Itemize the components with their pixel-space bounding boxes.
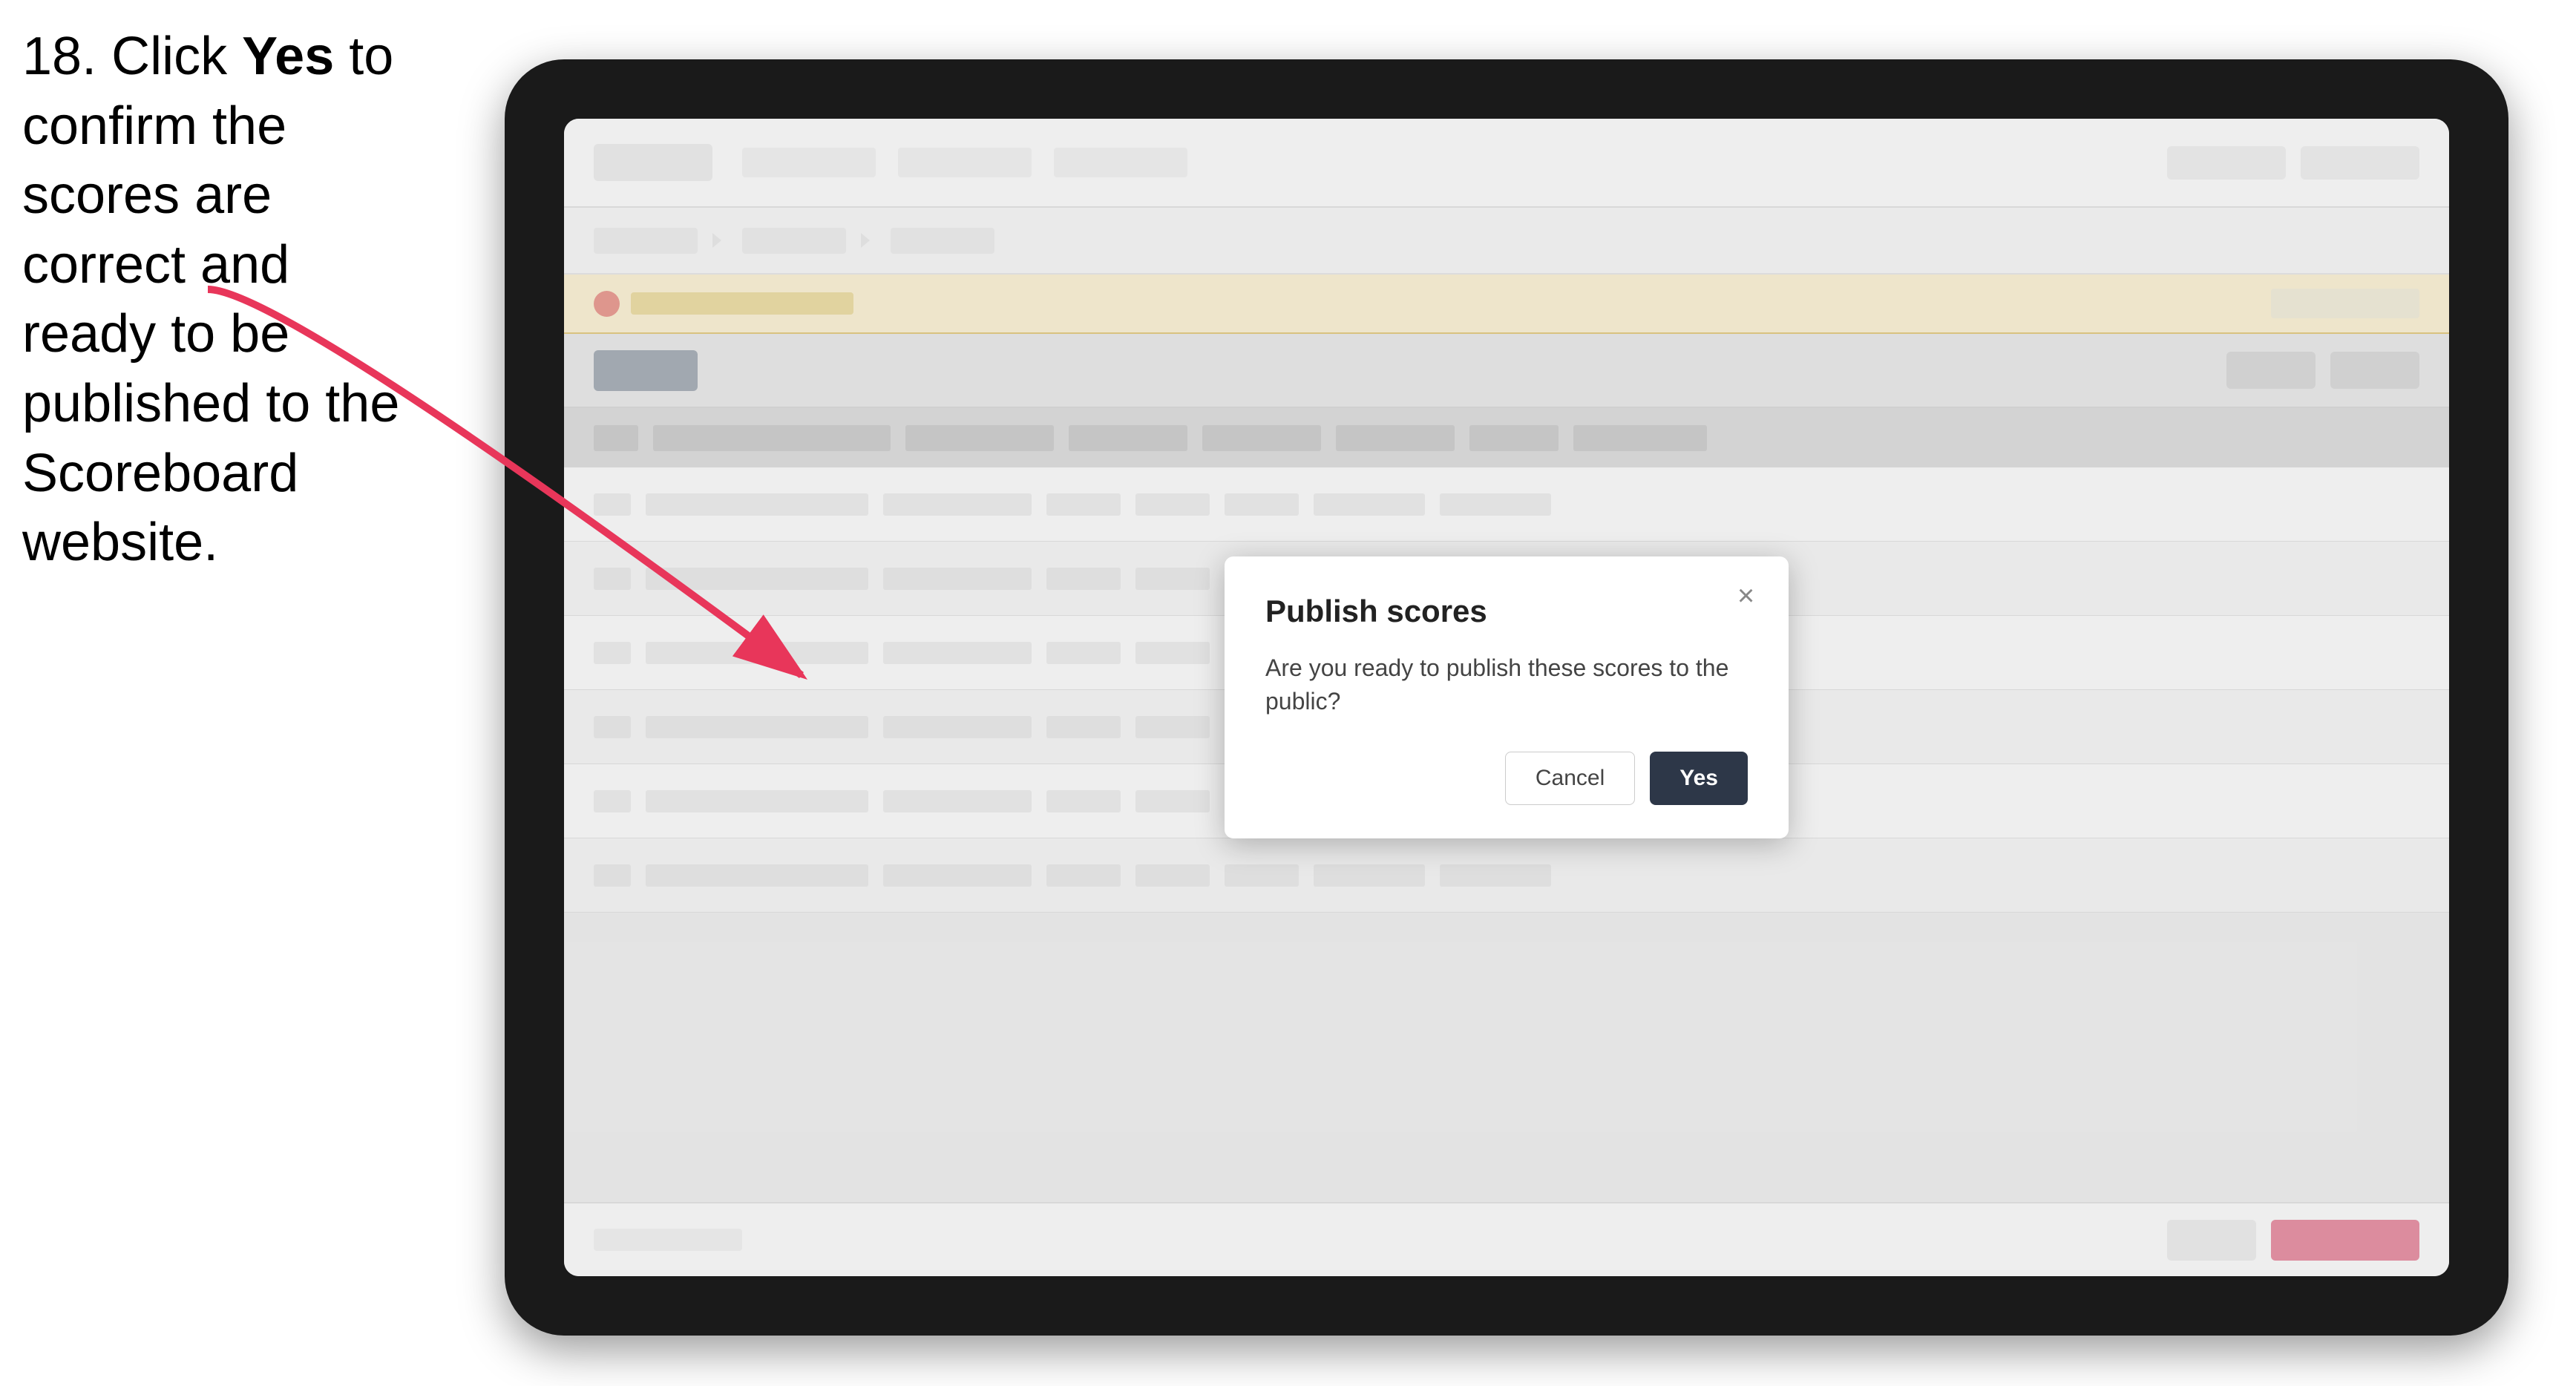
- modal-body-text: Are you ready to publish these scores to…: [1265, 651, 1748, 718]
- instruction-text: 18. Click Yes to confirm the scores are …: [22, 22, 438, 578]
- instruction-text-main: Click Yes to confirm the scores are corr…: [22, 27, 399, 572]
- modal-close-button[interactable]: ×: [1729, 579, 1763, 612]
- modal-overlay: × Publish scores Are you ready to publis…: [564, 119, 2449, 1276]
- tablet-screen: × Publish scores Are you ready to publis…: [564, 119, 2449, 1276]
- modal-title: Publish scores: [1265, 594, 1748, 629]
- modal-footer: Cancel Yes: [1265, 752, 1748, 805]
- modal-cancel-button[interactable]: Cancel: [1505, 752, 1635, 805]
- publish-scores-modal: × Publish scores Are you ready to publis…: [1225, 556, 1789, 838]
- tablet-device: × Publish scores Are you ready to publis…: [505, 59, 2508, 1336]
- modal-yes-button[interactable]: Yes: [1650, 752, 1748, 805]
- step-number: 18.: [22, 27, 111, 86]
